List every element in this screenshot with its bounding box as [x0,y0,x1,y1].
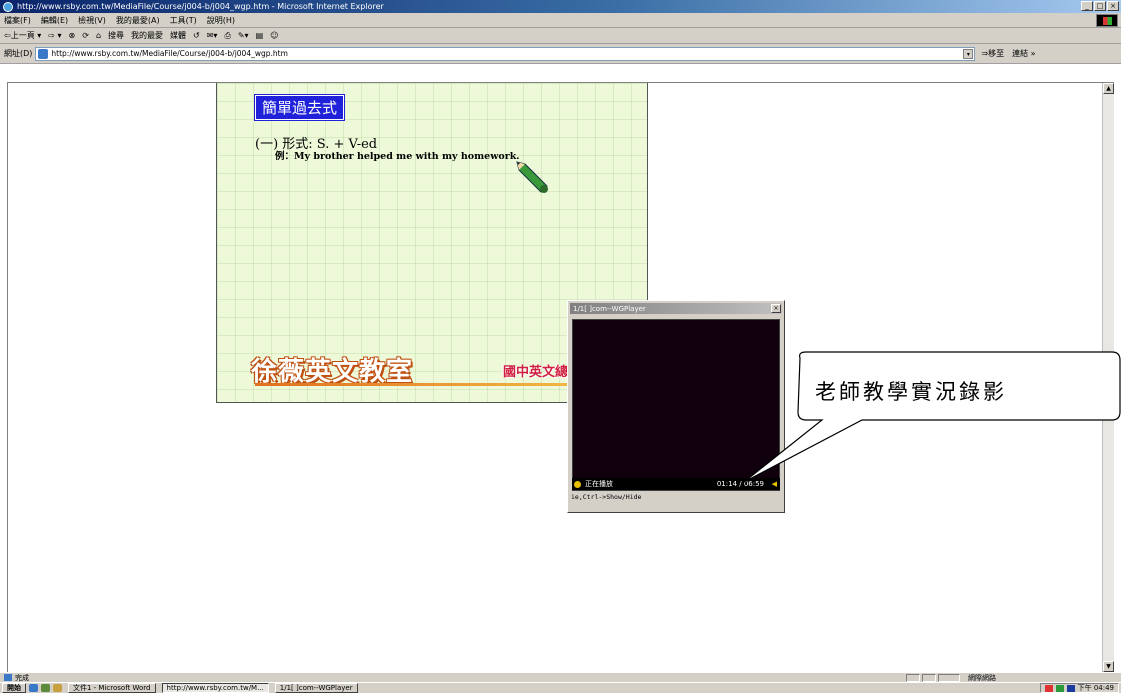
address-url: http://www.rsby.com.tw/MediaFile/Course/… [51,49,288,58]
home-icon[interactable]: ⌂ [96,31,101,40]
clock: 下午 04:49 [1077,684,1114,692]
mail-icon[interactable]: ✉▾ [207,31,218,40]
task-ie[interactable]: http://www.rsby.com.tw/M... [161,683,269,693]
status-bar: 完成 網際網路 [0,672,1121,682]
window-title: http://www.rsby.com.tw/MediaFile/Course/… [17,2,384,11]
slide-example-text: 例：My brother helped me with my homework. [275,151,520,162]
search-button[interactable]: 搜尋 [108,30,124,41]
player-close-button[interactable]: × [771,304,781,313]
status-segment [938,674,960,682]
player-status-bar: 正在播放 01:14 / 06:59 ◀ [572,478,780,490]
back-button[interactable]: ⇦上一頁 ▾ [4,30,41,41]
ie-quicklaunch-icon[interactable] [29,684,38,692]
minimize-button[interactable]: _ [1081,1,1093,11]
menu-edit[interactable]: 編輯(E) [41,15,68,26]
stop-icon[interactable]: ⊗ [69,31,76,40]
callout-text: 老師教學實況錄影 [815,380,1007,404]
address-input[interactable]: http://www.rsby.com.tw/MediaFile/Course/… [35,46,976,61]
menu-file[interactable]: 檔案(F) [4,15,31,26]
start-button[interactable]: 開始 [2,683,26,693]
messenger-icon[interactable]: ☺ [270,31,278,40]
play-status-icon [574,480,581,488]
menu-view[interactable]: 檢視(V) [78,15,106,26]
status-text: 完成 [15,673,29,682]
status-segment [922,674,936,682]
page-icon [38,48,49,59]
task-player[interactable]: 1/1[ ]com--WGPlayer [274,683,358,693]
go-button[interactable]: ⇒移至 [981,48,1004,59]
history-icon[interactable]: ↺ [193,31,200,40]
tray-icon[interactable] [1066,684,1075,692]
outlook-quicklaunch-icon[interactable] [41,684,50,692]
player-hint: ie,Ctrl->Show/Hide [571,493,642,501]
volume-icon[interactable]: ◀ [772,480,777,488]
slide-title: 簡單過去式 [253,94,346,121]
window-titlebar[interactable]: http://www.rsby.com.tw/MediaFile/Course/… [0,0,1121,13]
address-dropdown-icon[interactable]: ▾ [963,48,974,59]
player-status-text: 正在播放 [585,480,613,488]
address-bar: 網址(D) http://www.rsby.com.tw/MediaFile/C… [0,44,1121,64]
player-time: 01:14 / 06:59 [716,480,764,488]
player-titlebar[interactable]: 1/1[ ]com--WGPlayer × [570,303,782,314]
refresh-icon[interactable]: ⟳ [82,31,89,40]
status-segment [906,674,920,682]
player-title: 1/1[ ]com--WGPlayer [573,304,646,313]
favorites-button[interactable]: 我的最愛 [131,30,163,41]
links-button[interactable]: 連結 » [1012,48,1035,59]
tray-icon[interactable] [1055,684,1064,692]
taskbar: 開始 文件1 - Microsoft Word http://www.rsby.… [0,682,1121,693]
discuss-icon[interactable]: ▤ [256,31,264,40]
system-tray: 下午 04:49 [1039,683,1119,693]
task-word[interactable]: 文件1 - Microsoft Word [68,683,156,693]
scroll-up-icon[interactable]: ▲ [1103,83,1114,94]
standard-toolbar: ⇦上一頁 ▾ ⇨ ▾ ⊗ ⟳ ⌂ 搜尋 我的最愛 媒體 ↺ ✉▾ ⎙ ✎▾ ▤ … [0,28,1121,44]
menu-favorites[interactable]: 我的最愛(A) [116,15,160,26]
edit-icon[interactable]: ✎▾ [238,31,249,40]
video-area[interactable] [572,319,780,491]
ie-icon [3,1,13,12]
pencil-icon [516,161,548,193]
vertical-scrollbar[interactable]: ▲ ▼ [1102,83,1114,672]
menu-help[interactable]: 說明(H) [207,15,235,26]
video-player-window[interactable]: 1/1[ ]com--WGPlayer × 正在播放 01:14 / 06:59… [567,300,785,513]
forward-button[interactable]: ⇨ ▾ [48,31,61,40]
windows-logo-icon [1096,14,1118,27]
menu-tools[interactable]: 工具(T) [170,15,197,26]
tray-icon[interactable] [1044,684,1053,692]
address-label: 網址(D) [4,49,33,58]
scroll-down-icon[interactable]: ▼ [1103,661,1114,672]
menu-bar: 檔案(F) 編輯(E) 檢視(V) 我的最愛(A) 工具(T) 說明(H) [0,13,1121,28]
status-done-icon [4,674,12,681]
desktop-quicklaunch-icon[interactable] [53,684,62,692]
close-button[interactable]: × [1107,1,1119,11]
print-icon[interactable]: ⎙ [224,31,230,41]
maximize-button[interactable]: □ [1094,1,1106,11]
media-button[interactable]: 媒體 [170,30,186,41]
